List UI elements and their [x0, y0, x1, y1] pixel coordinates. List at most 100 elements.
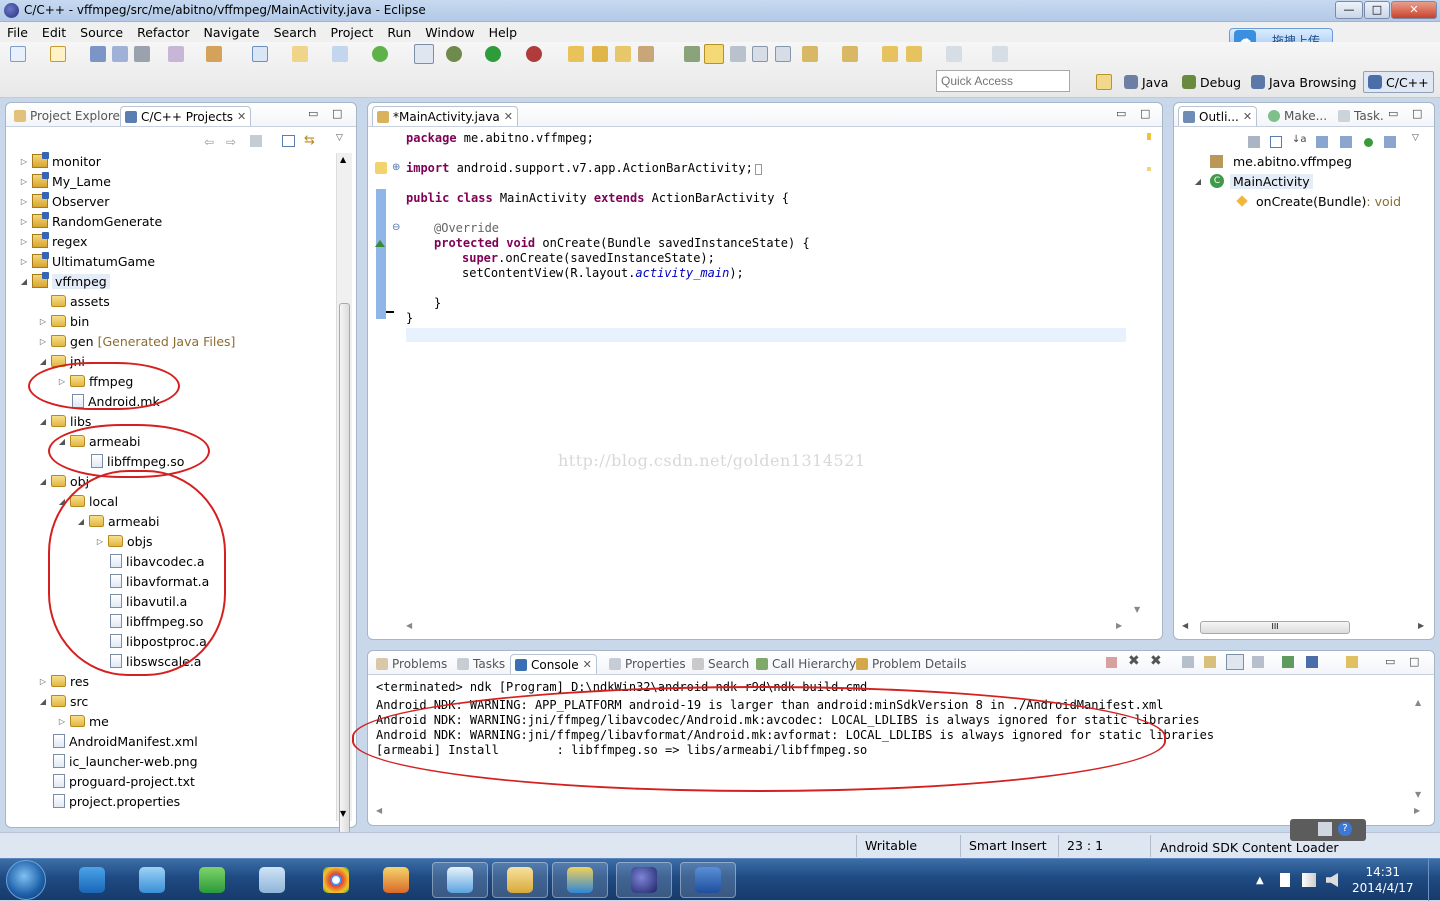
- new-file-icon[interactable]: [332, 46, 348, 62]
- debug-icon[interactable]: [446, 46, 462, 62]
- menu-window[interactable]: Window: [418, 25, 481, 40]
- volume-icon[interactable]: [1326, 873, 1338, 887]
- next-annotation-icon[interactable]: [802, 46, 818, 62]
- clock[interactable]: 14:31 2014/4/17: [1352, 864, 1414, 896]
- maximize-icon[interactable]: □: [1412, 107, 1422, 120]
- maximize-button[interactable]: □: [1364, 1, 1390, 19]
- code-line-6[interactable]: super.onCreate(savedInstanceState);: [462, 251, 715, 265]
- outline-hscroll[interactable]: ◀ III ▶: [1180, 621, 1428, 635]
- open-folder-icon[interactable]: [615, 46, 631, 62]
- twisty-icon[interactable]: ◢: [37, 417, 49, 426]
- scroll-left-icon[interactable]: ◀: [376, 806, 382, 815]
- code-line-2[interactable]: import android.support.v7.app.ActionBarA…: [406, 161, 762, 175]
- select-icon[interactable]: [414, 44, 434, 64]
- menu-navigate[interactable]: Navigate: [197, 25, 267, 40]
- taskbar-app[interactable]: [680, 862, 736, 898]
- twisty-icon[interactable]: ▷: [18, 237, 30, 246]
- warning-icon[interactable]: [375, 162, 387, 174]
- status-progress[interactable]: Android SDK Content Loader: [1160, 840, 1339, 855]
- twisty-icon[interactable]: ◢: [37, 357, 49, 366]
- close-icon[interactable]: ✕: [237, 110, 246, 123]
- show-output-icon[interactable]: [1252, 656, 1264, 668]
- run-icon[interactable]: [485, 46, 501, 62]
- tree-item[interactable]: AndroidManifest.xml: [37, 731, 198, 751]
- twisty-icon[interactable]: ▷: [56, 717, 68, 726]
- tab-tasks[interactable]: Task.: [1334, 106, 1388, 126]
- collapse-all-icon[interactable]: [282, 135, 295, 147]
- network-icon[interactable]: [1302, 873, 1316, 887]
- tree-item[interactable]: assets: [37, 291, 110, 311]
- tab-cpp-projects[interactable]: C/C++ Projects ✕: [120, 106, 252, 126]
- forward-icon[interactable]: ⇨: [226, 135, 236, 149]
- taskbar-app[interactable]: [308, 862, 364, 898]
- menu-project[interactable]: Project: [324, 25, 381, 40]
- twisty-icon[interactable]: ▷: [18, 257, 30, 266]
- view-menu-icon[interactable]: ▽: [1412, 133, 1419, 143]
- start-button[interactable]: [6, 860, 46, 900]
- back-icon[interactable]: [906, 46, 922, 62]
- code-line-3[interactable]: public class MainActivity extends Action…: [406, 191, 789, 205]
- tree-item[interactable]: ic_launcher-web.png: [37, 751, 198, 771]
- scroll-thumb[interactable]: [339, 303, 350, 853]
- back-icon[interactable]: ⇦: [204, 135, 214, 149]
- maximize-icon[interactable]: □: [1409, 655, 1419, 668]
- maximize-icon[interactable]: □: [332, 107, 342, 120]
- twisty-icon[interactable]: ◢: [37, 477, 49, 486]
- perspective-java[interactable]: Java: [1124, 71, 1168, 93]
- tray-arrow-icon[interactable]: ▲: [1256, 875, 1264, 886]
- quick-access-input[interactable]: [936, 70, 1070, 92]
- taskbar-app[interactable]: [432, 862, 488, 898]
- console-vscroll[interactable]: ▲ ▼: [1412, 698, 1428, 802]
- external-tools-icon[interactable]: [526, 46, 542, 62]
- tree-item[interactable]: ▷ me: [56, 711, 109, 731]
- code-line-5[interactable]: protected void onCreate(Bundle savedInst…: [434, 236, 810, 250]
- highlight-icon[interactable]: [704, 44, 724, 64]
- twisty-icon[interactable]: ◢: [37, 697, 49, 706]
- help-icon[interactable]: ?: [1338, 822, 1352, 836]
- new-icon[interactable]: [10, 46, 26, 62]
- taskbar-app[interactable]: [492, 862, 548, 898]
- hide-fields-icon[interactable]: [1316, 136, 1328, 148]
- twisty-icon[interactable]: ◢: [18, 277, 30, 286]
- tree-item[interactable]: ▷ regex: [18, 231, 87, 251]
- tree-item[interactable]: ▷ RandomGenerate: [18, 211, 162, 231]
- refresh-icon[interactable]: [372, 46, 388, 62]
- taskbar-app[interactable]: [368, 862, 424, 898]
- folded-icon[interactable]: [754, 164, 762, 175]
- tree-item[interactable]: project.properties: [37, 791, 180, 811]
- menu-search[interactable]: Search: [267, 25, 324, 40]
- tree-item[interactable]: ▷ monitor: [18, 151, 101, 171]
- scroll-down-icon[interactable]: ▼: [1134, 605, 1140, 614]
- perspective-java-browsing[interactable]: Java Browsing: [1251, 71, 1357, 93]
- keyboard-icon[interactable]: [1318, 822, 1332, 836]
- scroll-thumb[interactable]: III: [1200, 621, 1350, 634]
- display-console-icon[interactable]: [1306, 656, 1318, 668]
- remove-all-icon[interactable]: ✖: [1150, 653, 1162, 669]
- code-line-4[interactable]: @Override: [434, 221, 499, 235]
- taskbar-app[interactable]: [124, 862, 180, 898]
- expand-icon[interactable]: ⊕: [392, 162, 400, 173]
- scroll-left-icon[interactable]: ◀: [406, 621, 412, 630]
- hierarchy-icon[interactable]: [1248, 136, 1260, 148]
- editor-hscroll[interactable]: ◀ ▶: [404, 621, 1124, 635]
- twisty-icon[interactable]: ▷: [18, 197, 30, 206]
- open-console-icon[interactable]: [1346, 656, 1358, 668]
- collapse-icon[interactable]: ⊖: [392, 222, 400, 233]
- show-desktop-button[interactable]: [1428, 859, 1440, 901]
- minimize-icon[interactable]: ▭: [1116, 107, 1126, 120]
- explorer-vscroll[interactable]: ▲ ▼: [336, 153, 352, 853]
- menu-source[interactable]: Source: [73, 25, 130, 40]
- taskbar-app[interactable]: [64, 862, 120, 898]
- prev-annotation-icon[interactable]: [842, 46, 858, 62]
- close-icon[interactable]: ✕: [583, 658, 592, 671]
- twisty-icon[interactable]: ▷: [37, 677, 49, 686]
- tree-item[interactable]: ▷ UltimatumGame: [18, 251, 155, 271]
- maximize-icon[interactable]: □: [1140, 107, 1150, 120]
- pin-console-icon[interactable]: [1282, 656, 1294, 668]
- code-line-7[interactable]: setContentView(R.layout.activity_main);: [462, 266, 744, 280]
- minimize-button[interactable]: —: [1335, 1, 1363, 19]
- twisty-icon[interactable]: ▷: [18, 177, 30, 186]
- hide-static-icon[interactable]: [1340, 136, 1352, 148]
- console-hscroll[interactable]: ◀ ▶: [374, 806, 1428, 820]
- tab-mainactivity[interactable]: *MainActivity.java ✕: [372, 106, 518, 126]
